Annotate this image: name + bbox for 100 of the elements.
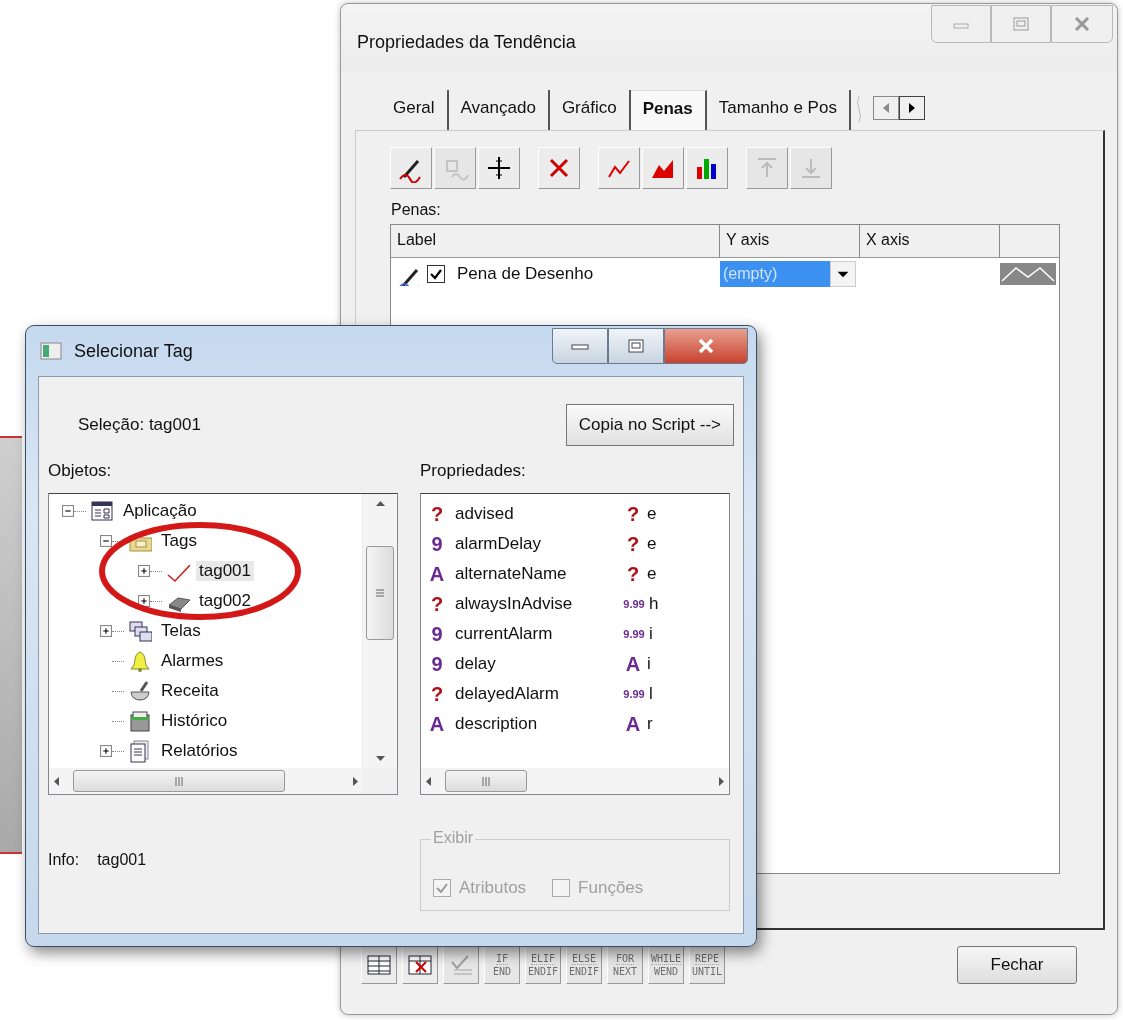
- info-value: tag001: [97, 851, 147, 870]
- archive-icon: [128, 709, 152, 733]
- tree-item[interactable]: tag002: [196, 591, 254, 611]
- window-title: Selecionar Tag: [74, 340, 194, 362]
- close-button[interactable]: Fechar: [957, 946, 1077, 984]
- checkbox[interactable]: [427, 265, 445, 283]
- collapse-icon[interactable]: [62, 505, 74, 517]
- property-item[interactable]: delayedAlarm: [455, 684, 621, 704]
- type-icon: ?: [621, 502, 645, 526]
- type-icon: ?: [425, 682, 449, 706]
- document-icon: [128, 739, 152, 763]
- line-style-icon: [1000, 263, 1056, 285]
- grip-icon: [375, 588, 385, 598]
- maximize-button[interactable]: [608, 328, 664, 364]
- close-icon: [697, 339, 715, 353]
- copy-button[interactable]: Copia no Script -->: [565, 404, 734, 446]
- tree-item[interactable]: Tags: [158, 531, 200, 551]
- checkbox-label: Atributos: [459, 878, 527, 898]
- info-label: Info:: [48, 851, 80, 870]
- type-icon: 9.99: [621, 688, 647, 700]
- property-item[interactable]: h: [649, 594, 659, 614]
- type-icon: A: [621, 652, 645, 676]
- toolbar-button[interactable]: [402, 946, 438, 984]
- horizontal-scrollbar[interactable]: [421, 768, 729, 794]
- type-icon: 9: [425, 532, 449, 556]
- table-cell: Pena de Desenho: [457, 264, 594, 284]
- property-item[interactable]: currentAlarm: [455, 624, 621, 644]
- type-icon: A: [621, 712, 645, 736]
- type-icon: ?: [425, 502, 449, 526]
- type-icon: 9.99: [621, 598, 647, 610]
- column-header[interactable]: X axis: [860, 225, 1000, 257]
- maximize-icon: [628, 339, 644, 353]
- vertical-scrollbar[interactable]: [362, 494, 397, 768]
- property-item[interactable]: alternateName: [455, 564, 621, 584]
- property-item[interactable]: e: [647, 534, 657, 554]
- bell-icon: [128, 649, 152, 673]
- expand-icon[interactable]: [138, 565, 150, 577]
- tree-item[interactable]: Telas: [158, 621, 204, 641]
- section-label: Objetos:: [48, 461, 113, 482]
- arrow-right-icon: [907, 103, 916, 113]
- property-item[interactable]: r: [647, 714, 653, 734]
- expand-icon[interactable]: [100, 745, 112, 757]
- section-label: Penas:: [391, 201, 442, 219]
- tree-item[interactable]: Relatórios: [158, 741, 241, 761]
- arrow-left-icon: [53, 776, 59, 786]
- horizontal-scrollbar[interactable]: [49, 768, 363, 794]
- toolbar-button[interactable]: [390, 147, 432, 189]
- toolbar-button[interactable]: [478, 147, 520, 189]
- column-header[interactable]: Label: [391, 225, 720, 257]
- property-item[interactable]: alarmDelay: [455, 534, 621, 554]
- arrow-right-icon: [353, 776, 359, 786]
- scroll-right-button[interactable]: [898, 96, 925, 120]
- property-item[interactable]: alwaysInAdvise: [455, 594, 621, 614]
- type-icon: ?: [621, 562, 645, 586]
- arrow-left-icon: [881, 103, 890, 113]
- tree-item[interactable]: Histórico: [158, 711, 231, 731]
- app-icon: [40, 342, 62, 360]
- type-icon: 9: [425, 622, 449, 646]
- minimize-button[interactable]: [552, 328, 608, 364]
- type-icon: A: [425, 562, 449, 586]
- toolbar-button[interactable]: [686, 147, 728, 189]
- close-button[interactable]: [1051, 5, 1113, 43]
- checkbox-label: Funções: [578, 878, 644, 898]
- expand-icon[interactable]: [100, 625, 112, 637]
- arrow-up-icon: [375, 500, 385, 506]
- collapse-icon[interactable]: [100, 535, 112, 547]
- selection-label: Seleção: tag001: [78, 415, 201, 435]
- type-icon: A: [425, 712, 449, 736]
- tab-edge-icon: [854, 94, 863, 124]
- arrow-right-icon: [719, 776, 725, 786]
- property-item[interactable]: e: [647, 504, 657, 524]
- property-item[interactable]: description: [455, 714, 621, 734]
- property-item[interactable]: e: [647, 564, 657, 584]
- minimize-icon: [571, 341, 589, 351]
- application-icon: [90, 499, 114, 523]
- grip-icon: [174, 776, 184, 786]
- scrollbar-corner: [363, 768, 397, 794]
- grip-icon: [481, 776, 491, 786]
- section-label: Propriedades:: [420, 461, 526, 482]
- tree-item[interactable]: Alarmes: [158, 651, 227, 671]
- column-header[interactable]: Y axis: [720, 225, 860, 257]
- close-button[interactable]: [664, 328, 748, 364]
- arrow-left-icon: [425, 776, 431, 786]
- expand-icon[interactable]: [138, 595, 150, 607]
- caret-icon: [830, 261, 856, 287]
- type-icon: 9: [425, 652, 449, 676]
- window-title: Propriedades da Tendência: [357, 32, 576, 53]
- toolbar-button[interactable]: [361, 946, 397, 984]
- bowl-icon: [128, 679, 152, 703]
- property-item[interactable]: delay: [455, 654, 621, 674]
- tree-item[interactable]: Receita: [158, 681, 222, 701]
- arrow-down-icon: [375, 756, 385, 762]
- windows-icon: [128, 619, 152, 643]
- property-item[interactable]: advised: [455, 504, 621, 524]
- type-icon: ?: [425, 592, 449, 616]
- tree-item[interactable]: tag001: [196, 561, 254, 581]
- tab[interactable]: Penas: [630, 90, 707, 130]
- tree-item[interactable]: Aplicação: [120, 501, 200, 521]
- close-icon: [1074, 17, 1090, 31]
- maximize-icon: [1013, 17, 1029, 31]
